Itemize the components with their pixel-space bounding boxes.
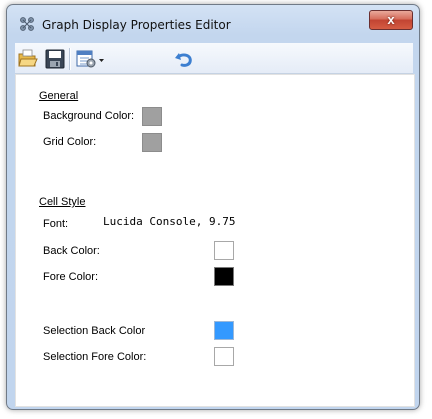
save-icon[interactable] <box>44 48 66 70</box>
back-color-swatch[interactable] <box>214 241 234 260</box>
title-bar[interactable]: Graph Display Properties Editor x <box>7 5 419 33</box>
close-icon: x <box>387 12 395 27</box>
grid-color-swatch[interactable] <box>142 133 162 152</box>
app-window: Graph Display Properties Editor x Genera… <box>6 4 420 410</box>
window-title: Graph Display Properties Editor <box>42 18 231 32</box>
graph-app-icon <box>19 16 35 32</box>
selection-fore-color-swatch[interactable] <box>214 347 234 366</box>
background-color-swatch[interactable] <box>142 107 162 126</box>
toolbar <box>15 43 413 74</box>
properties-panel: General Background Color: Grid Color: Ce… <box>15 74 415 407</box>
general-heading: General <box>39 90 79 102</box>
background-color-label: Background Color: <box>43 110 135 122</box>
back-color-label: Back Color: <box>43 245 100 257</box>
fore-color-label: Fore Color: <box>43 271 99 283</box>
cell-style-heading: Cell Style <box>39 196 86 208</box>
close-button[interactable]: x <box>369 10 413 30</box>
selection-back-color-label: Selection Back Color <box>43 325 146 337</box>
font-label: Font: <box>43 218 69 230</box>
properties-dropdown-icon[interactable] <box>75 48 107 70</box>
fore-color-swatch[interactable] <box>214 267 234 286</box>
grid-color-label: Grid Color: <box>43 136 97 148</box>
selection-fore-color-label: Selection Fore Color: <box>43 351 147 363</box>
toolbar-separator <box>69 48 71 70</box>
undo-icon[interactable] <box>173 48 195 70</box>
selection-back-color-swatch[interactable] <box>214 321 234 340</box>
font-value[interactable]: Lucida Console, 9.75 <box>103 215 235 228</box>
open-icon[interactable] <box>17 48 39 70</box>
